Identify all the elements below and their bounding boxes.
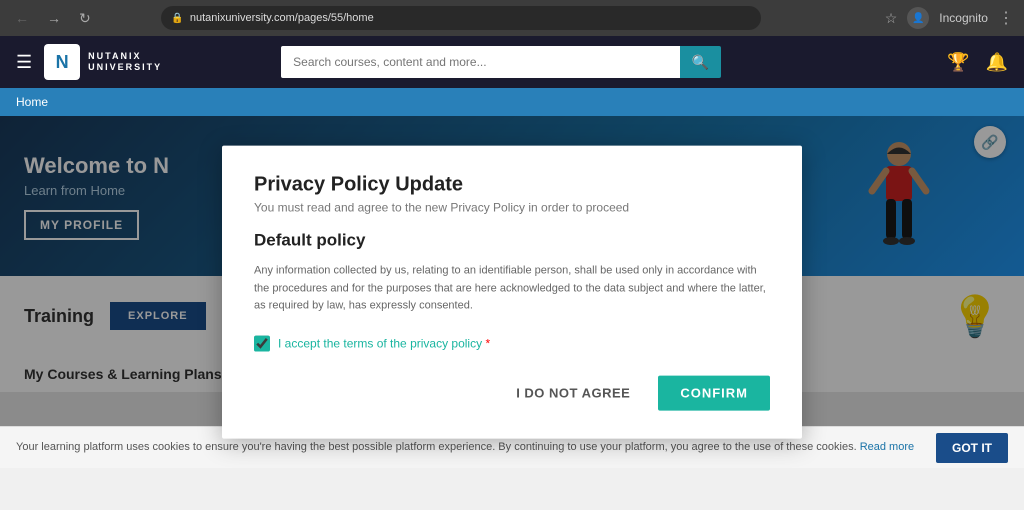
- forward-button[interactable]: →: [42, 8, 66, 28]
- do-not-agree-button[interactable]: I DO NOT AGREE: [500, 377, 646, 408]
- modal-title: Privacy Policy Update: [254, 174, 770, 197]
- back-button[interactable]: ←: [10, 8, 34, 28]
- logo-letter: N: [56, 52, 69, 73]
- logo-icon: N: [44, 44, 80, 80]
- modal-body-text: Any information collected by us, relatin…: [254, 263, 770, 316]
- checkbox-row: I accept the terms of the privacy policy…: [254, 335, 770, 351]
- incognito-avatar: 👤: [907, 7, 929, 29]
- browser-chrome: ← → ↻ 🔒 nutanixuniversity.com/pages/55/h…: [0, 0, 1024, 36]
- logo-area: N NUTANIX UNIVERSITY: [44, 44, 162, 80]
- bookmark-icon[interactable]: ☆: [885, 10, 898, 27]
- got-it-button[interactable]: GOT IT: [936, 433, 1008, 463]
- browser-right-controls: ☆ 👤 Incognito ⋮: [885, 7, 1014, 29]
- required-marker: *: [485, 336, 490, 350]
- confirm-button[interactable]: CONFIRM: [658, 375, 770, 410]
- page-content: Welcome to N Learn from Home MY PROFILE: [0, 116, 1024, 468]
- header-icons: 🏆 🔔: [947, 52, 1008, 73]
- cookie-text: Your learning platform uses cookies to e…: [16, 440, 924, 455]
- modal-policy-title: Default policy: [254, 231, 770, 251]
- incognito-label: Incognito: [939, 11, 988, 25]
- reload-button[interactable]: ↻: [74, 8, 96, 29]
- url-bar[interactable]: 🔒 nutanixuniversity.com/pages/55/home: [161, 6, 761, 30]
- browser-menu-icon[interactable]: ⋮: [998, 8, 1014, 28]
- breadcrumb-bar: Home: [0, 88, 1024, 116]
- search-bar: 🔍: [281, 46, 721, 78]
- trophy-icon[interactable]: 🏆: [947, 52, 969, 73]
- breadcrumb-home[interactable]: Home: [16, 95, 48, 109]
- notification-icon[interactable]: 🔔: [986, 52, 1008, 73]
- search-input[interactable]: [281, 46, 680, 78]
- modal-footer: I DO NOT AGREE CONFIRM: [254, 375, 770, 410]
- modal-subtitle: You must read and agree to the new Priva…: [254, 201, 770, 215]
- url-text: nutanixuniversity.com/pages/55/home: [190, 12, 374, 24]
- lock-icon: 🔒: [171, 13, 183, 24]
- search-button[interactable]: 🔍: [680, 46, 721, 78]
- cookie-read-more-link[interactable]: Read more: [860, 441, 914, 453]
- checkbox-label: I accept the terms of the privacy policy…: [278, 336, 490, 350]
- hamburger-menu-icon[interactable]: ☰: [16, 52, 32, 73]
- logo-text: NUTANIX UNIVERSITY: [88, 51, 162, 73]
- privacy-policy-modal: Privacy Policy Update You must read and …: [222, 146, 802, 439]
- site-header: ☰ N NUTANIX UNIVERSITY 🔍 🏆 🔔: [0, 36, 1024, 88]
- accept-terms-checkbox[interactable]: [254, 335, 270, 351]
